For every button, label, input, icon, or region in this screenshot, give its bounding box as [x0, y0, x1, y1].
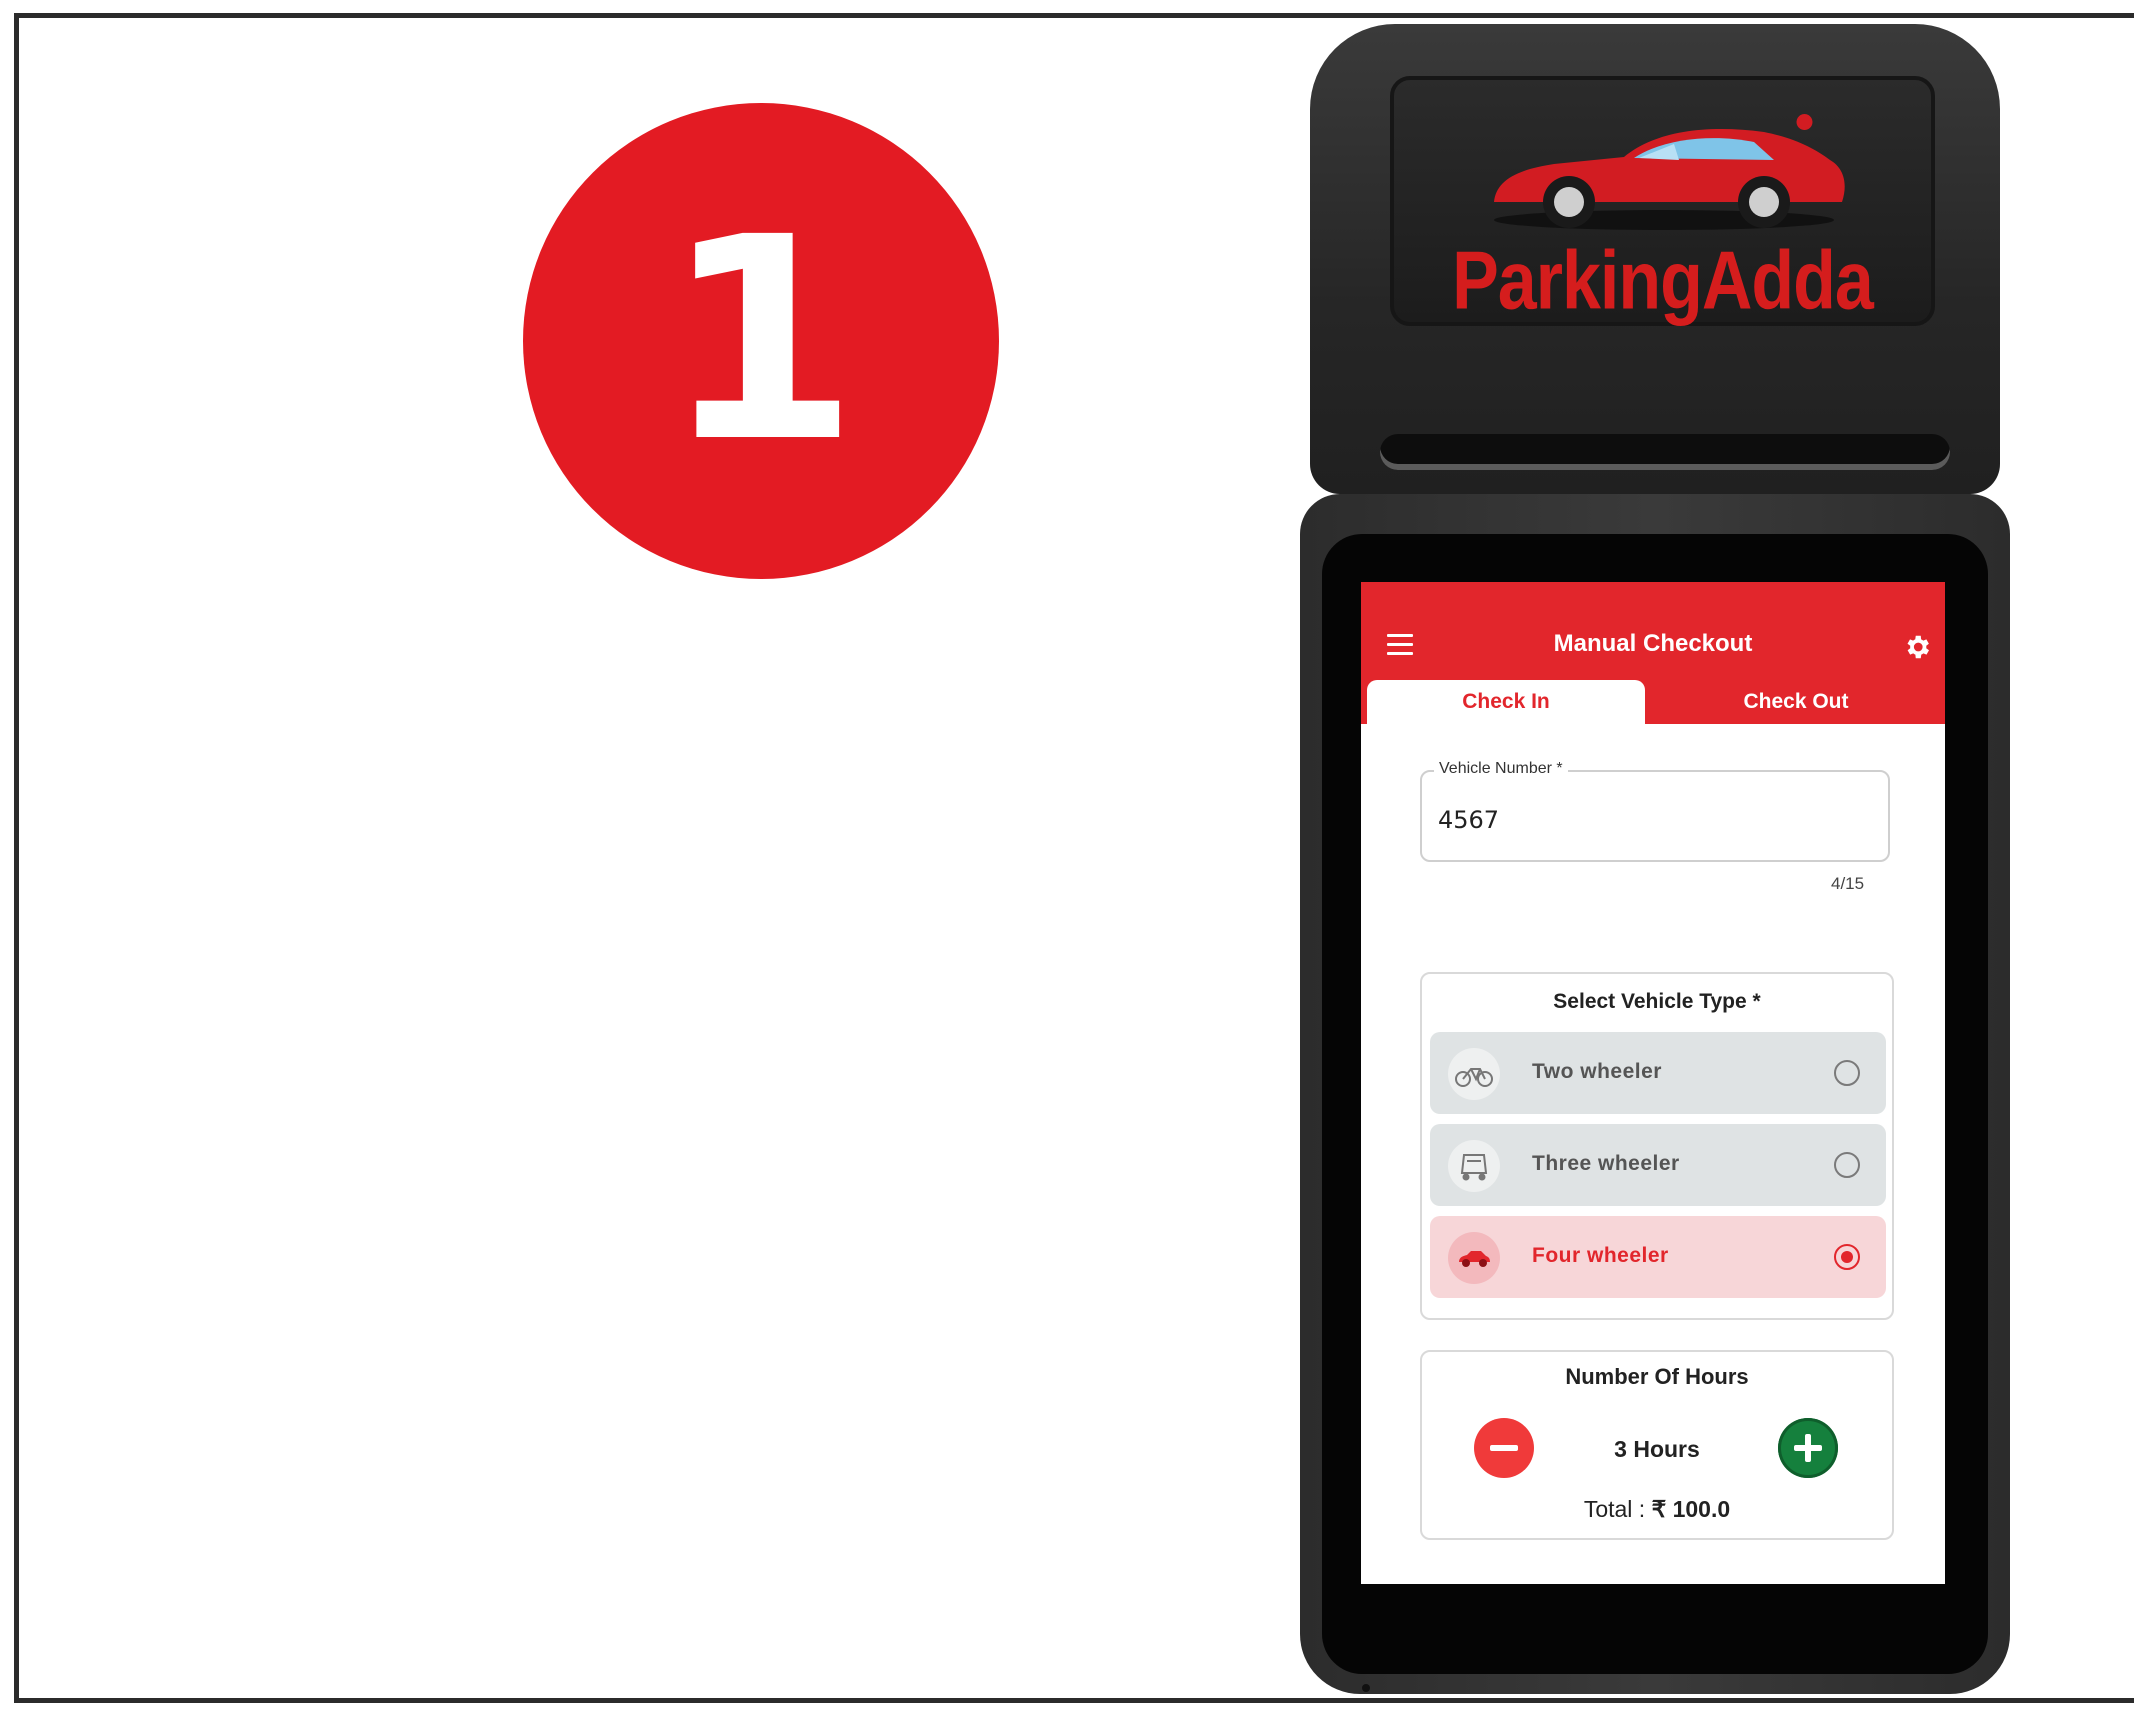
- vehicle-number-field[interactable]: Vehicle Number *: [1420, 760, 1890, 862]
- vehicle-option-two-wheeler[interactable]: Two wheeler: [1430, 1032, 1886, 1114]
- total-value: ₹ 100.0: [1651, 1496, 1731, 1522]
- auto-rickshaw-icon: [1448, 1140, 1500, 1192]
- vehicle-number-label: Vehicle Number *: [1434, 760, 1568, 778]
- increase-hours-button[interactable]: [1778, 1418, 1838, 1478]
- radio-button-selected[interactable]: [1834, 1244, 1860, 1270]
- total-amount: Total : ₹ 100.0: [1422, 1496, 1892, 1523]
- vehicle-option-label: Two wheeler: [1532, 1060, 1662, 1083]
- gear-icon[interactable]: [1902, 632, 1932, 662]
- hours-group: Number Of Hours 3 Hours Total : ₹ 100.0: [1420, 1350, 1894, 1540]
- tab-check-out[interactable]: Check Out: [1653, 680, 1939, 724]
- brand-logo-text: ParkingAdda: [1452, 233, 1874, 327]
- vehicle-option-label: Four wheeler: [1532, 1244, 1669, 1267]
- radio-button[interactable]: [1834, 1152, 1860, 1178]
- app-bar: Manual Checkout Check In Check Out: [1361, 582, 1945, 724]
- vehicle-type-group: Select Vehicle Type * Two wheeler Three …: [1420, 972, 1894, 1320]
- character-counter: 4/15: [1831, 874, 1865, 893]
- app-screen: Manual Checkout Check In Check Out Vehic…: [1361, 582, 1945, 1584]
- red-sports-car-image: [1494, 114, 1845, 230]
- hours-title: Number Of Hours: [1565, 1364, 1749, 1389]
- vehicle-option-three-wheeler[interactable]: Three wheeler: [1430, 1124, 1886, 1206]
- vehicle-option-label: Three wheeler: [1532, 1152, 1680, 1175]
- vehicle-type-title: Select Vehicle Type *: [1553, 990, 1761, 1013]
- device-logo-window: ParkingAdda: [1390, 76, 1935, 326]
- step-number-badge: 1: [523, 103, 999, 579]
- app-title: Manual Checkout: [1553, 630, 1753, 657]
- tab-check-in[interactable]: Check In: [1367, 680, 1645, 724]
- device-printer-head: ParkingAdda: [1310, 24, 2000, 494]
- motorcycle-icon: [1448, 1048, 1500, 1100]
- status-led: [1362, 1684, 1370, 1692]
- total-label: Total :: [1583, 1496, 1646, 1522]
- receipt-slot: [1380, 434, 1950, 470]
- car-icon: [1448, 1232, 1500, 1284]
- vehicle-option-four-wheeler[interactable]: Four wheeler: [1430, 1216, 1886, 1298]
- vehicle-number-input[interactable]: [1438, 806, 1868, 834]
- radio-selected-dot: [1841, 1251, 1853, 1263]
- radio-button[interactable]: [1834, 1060, 1860, 1086]
